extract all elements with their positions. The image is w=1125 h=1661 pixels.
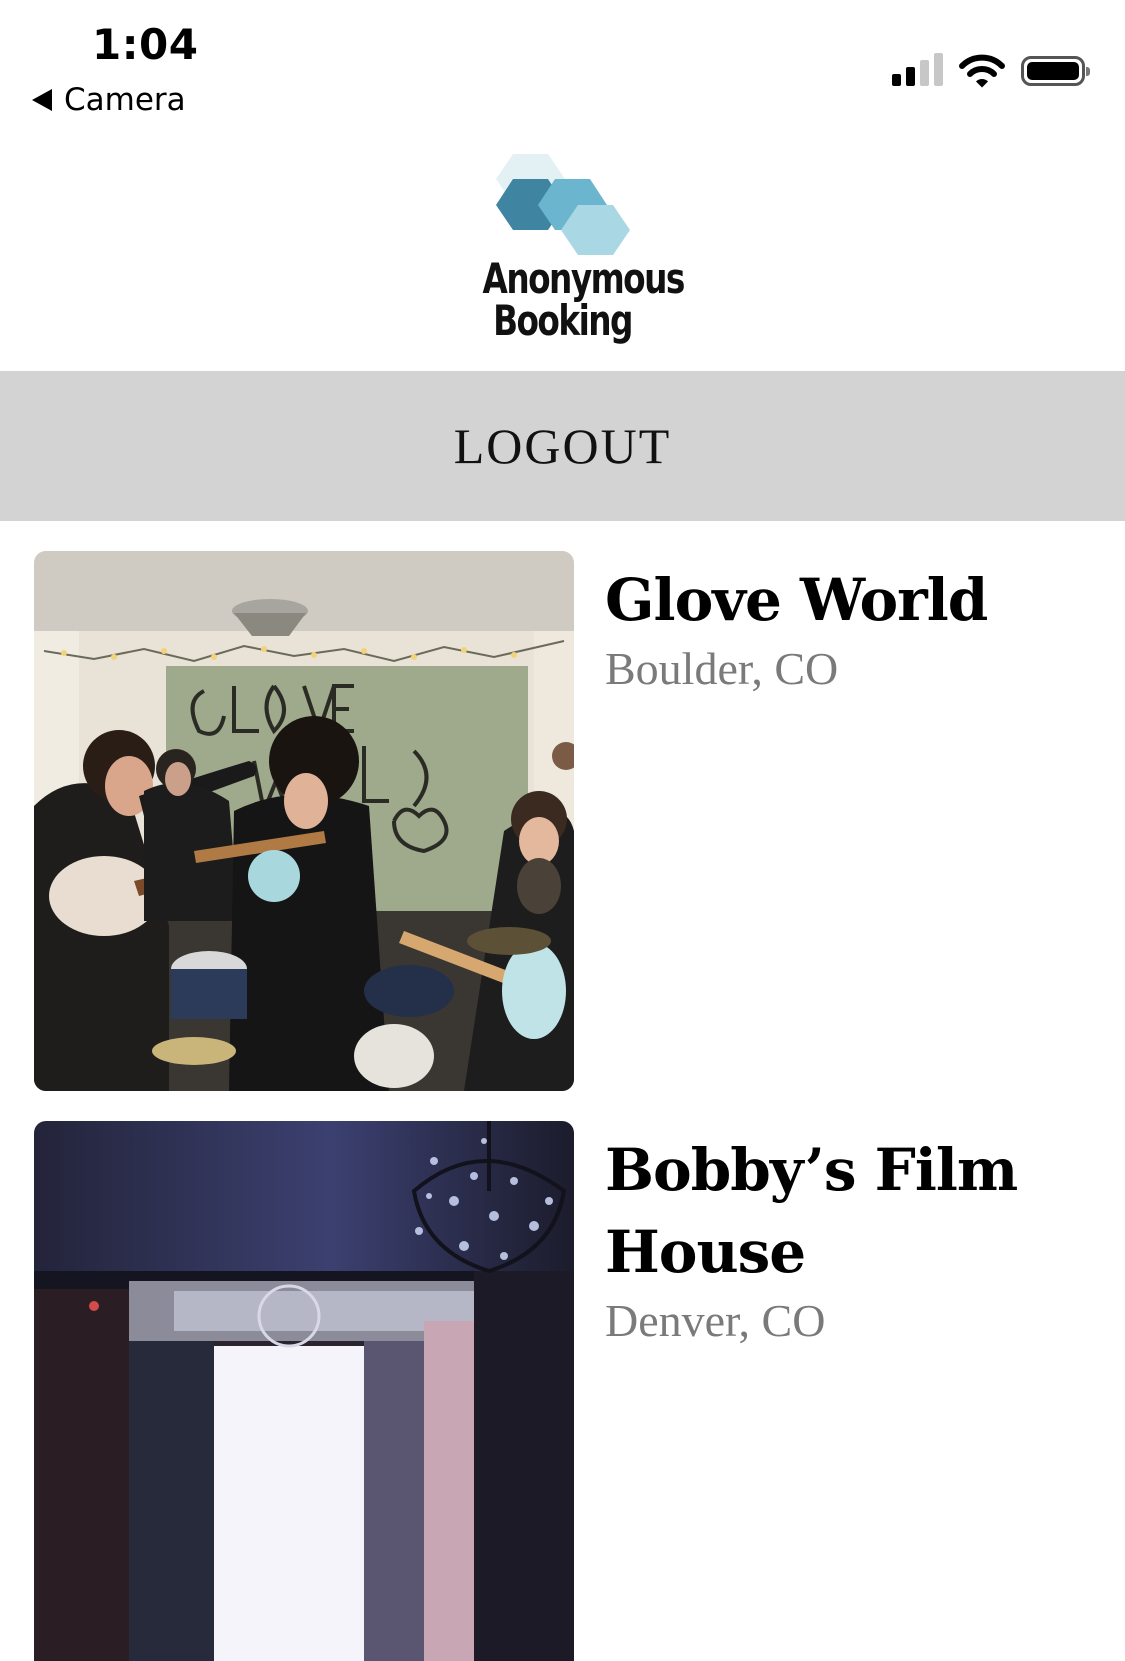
status-icons	[892, 46, 1090, 90]
status-time: 1:04	[92, 20, 199, 69]
back-to-camera-link[interactable]: Camera	[32, 82, 186, 118]
venue-card[interactable]: Glove World Boulder, CO	[34, 551, 1125, 1091]
venue-info: Bobby’s Film House Denver, CO	[605, 1129, 1115, 1349]
venue-info: Glove World Boulder, CO	[605, 559, 1115, 697]
logout-button[interactable]: LOGOUT	[0, 371, 1125, 521]
app-logo: Anonymous Booking	[460, 150, 686, 355]
venue-location: Boulder, CO	[605, 643, 839, 694]
back-link-label: Camera	[64, 82, 186, 118]
hexagon-logo-icon	[496, 154, 630, 255]
back-arrow-icon	[32, 89, 52, 111]
venue-card[interactable]: Bobby’s Film House Denver, CO	[34, 1121, 1125, 1661]
status-bar: 1:04 Camera	[0, 0, 1125, 130]
venue-name[interactable]: Glove World	[605, 559, 1115, 641]
logout-label: LOGOUT	[453, 418, 672, 474]
battery-icon	[1021, 56, 1090, 86]
logo-text-line1: Anonymous	[482, 254, 686, 303]
logo-text-line2: Booking	[493, 296, 633, 345]
venue-photo[interactable]	[34, 1121, 574, 1661]
venue-name[interactable]: Bobby’s Film House	[605, 1129, 1115, 1293]
wifi-icon	[959, 54, 1005, 88]
venue-photo[interactable]	[34, 551, 574, 1091]
venue-location: Denver, CO	[605, 1295, 826, 1346]
cellular-signal-icon	[892, 48, 943, 86]
